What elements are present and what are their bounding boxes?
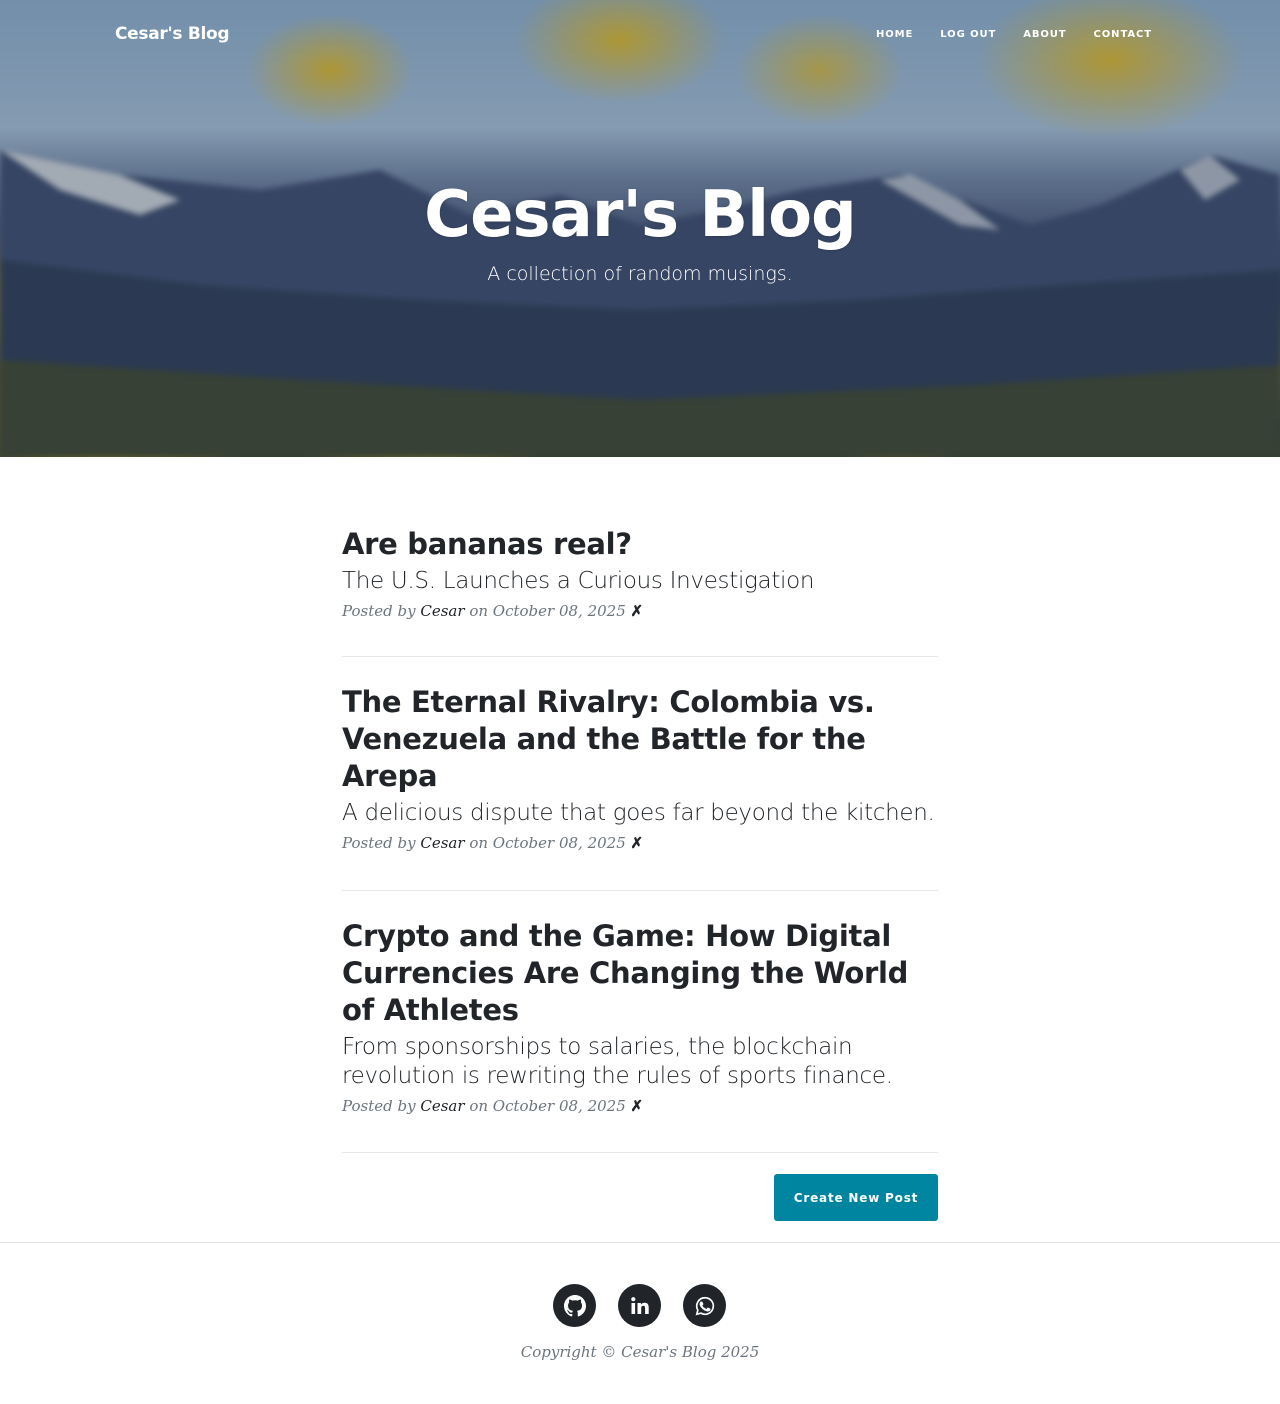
posted-by-label: Posted by: [342, 602, 416, 620]
delete-post-icon[interactable]: ✗: [631, 602, 644, 620]
post-title-link[interactable]: Crypto and the Game: How Digital Currenc…: [342, 918, 938, 1029]
linkedin-icon[interactable]: [618, 1284, 661, 1327]
nav-link-contact[interactable]: Contact: [1094, 29, 1152, 40]
nav-link-log-out[interactable]: Log Out: [940, 29, 996, 40]
post-date: on October 08, 2025: [469, 834, 626, 852]
post-preview: Are bananas real? The U.S. Launches a Cu…: [342, 457, 938, 657]
nav-link-home[interactable]: Home: [876, 29, 913, 40]
navbar-brand[interactable]: Cesar's Blog: [115, 24, 230, 44]
post-meta: Posted by Cesar on October 08, 2025 ✗: [342, 602, 938, 620]
page-title: Cesar's Blog: [424, 178, 857, 252]
post-meta: Posted by Cesar on October 08, 2025 ✗: [342, 1097, 938, 1115]
post-date: on October 08, 2025: [469, 1097, 626, 1115]
post-title-link[interactable]: Are bananas real?: [342, 526, 938, 563]
navbar: Cesar's Blog Home Log Out About Contact: [0, 0, 1280, 70]
post-title-link[interactable]: The Eternal Rivalry: Colombia vs. Venezu…: [342, 684, 938, 795]
posted-by-label: Posted by: [342, 1097, 416, 1115]
copyright-text: Copyright © Cesar's Blog 2025: [520, 1343, 760, 1361]
post-subtitle: From sponsorships to salaries, the block…: [342, 1034, 893, 1089]
post-author-link[interactable]: Cesar: [420, 1097, 464, 1115]
post-meta: Posted by Cesar on October 08, 2025 ✗: [342, 834, 938, 852]
posted-by-label: Posted by: [342, 834, 416, 852]
create-new-post-button[interactable]: Create New Post: [774, 1174, 938, 1221]
delete-post-icon[interactable]: ✗: [631, 834, 644, 852]
post-list: Are bananas real? The U.S. Launches a Cu…: [342, 457, 938, 1153]
github-icon[interactable]: [553, 1284, 596, 1327]
post-preview: Crypto and the Game: How Digital Currenc…: [342, 891, 938, 1153]
page-subtitle: A collection of random musings.: [487, 263, 793, 285]
nav-links: Home Log Out About Contact: [876, 29, 1152, 40]
post-author-link[interactable]: Cesar: [420, 602, 464, 620]
whatsapp-icon[interactable]: [683, 1284, 726, 1327]
post-subtitle: The U.S. Launches a Curious Investigatio…: [342, 568, 815, 594]
delete-post-icon[interactable]: ✗: [631, 1097, 644, 1115]
nav-link-about[interactable]: About: [1023, 29, 1066, 40]
post-date: on October 08, 2025: [469, 602, 626, 620]
footer: Copyright © Cesar's Blog 2025: [0, 1242, 1280, 1404]
post-preview: The Eternal Rivalry: Colombia vs. Venezu…: [342, 657, 938, 891]
masthead: Cesar's Blog Home Log Out About Contact …: [0, 0, 1280, 457]
social-links: [553, 1284, 726, 1327]
post-subtitle: A delicious dispute that goes far beyond…: [342, 800, 935, 826]
post-author-link[interactable]: Cesar: [420, 834, 464, 852]
